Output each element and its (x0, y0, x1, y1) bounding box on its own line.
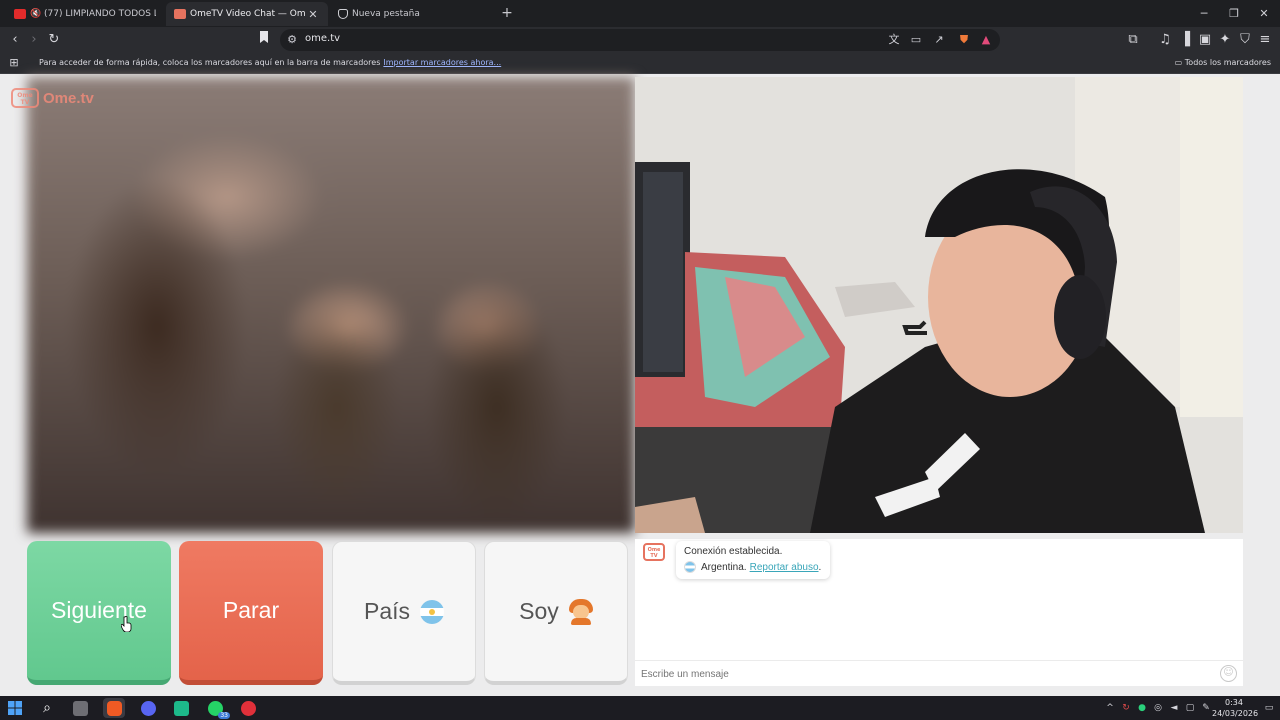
tab-title: (77) LIMPIANDO TODOS LOS BA (44, 9, 156, 19)
system-message-bubble: Conexión establecida. Argentina. Reporta… (676, 541, 830, 579)
brave-shield-icon (338, 9, 348, 19)
network-icon[interactable]: ▢ (1183, 701, 1197, 715)
next-button[interactable]: Siguiente (27, 541, 171, 685)
translate-icon[interactable]: 文 (886, 32, 902, 48)
stop-label: Parar (222, 597, 280, 623)
close-tab-icon[interactable]: ✕ (306, 8, 320, 21)
vpn-icon[interactable]: ⛉ (1236, 31, 1254, 49)
argentina-flag-icon (684, 561, 696, 573)
pen-icon[interactable]: ✎ (1199, 701, 1213, 715)
logo-box: Ome TV (11, 88, 39, 108)
browser-tab-strip: 🔇 (77) LIMPIANDO TODOS LOS BA OmeTV Vide… (0, 0, 1280, 27)
mute-icon[interactable]: 🔇 (30, 9, 41, 19)
report-abuse-link[interactable]: Reportar abuso (750, 562, 819, 573)
bookmarks-bar: ⊞ Para acceder de forma rápida, coloca l… (0, 53, 1280, 74)
tab-youtube[interactable]: 🔇 (77) LIMPIANDO TODOS LOS BA (6, 2, 164, 26)
brave-shields-icon[interactable]: ⛊ (956, 32, 972, 48)
ometv-logo[interactable]: Ome TV Ome.tv (11, 87, 94, 109)
anydesk-taskbar-icon[interactable] (237, 698, 259, 718)
browser-toolbar: ‹ › ↻ ⚙ ome.tv 文 ▭ ↗ ⛊ ▲ ⧉ ♫ ▐ ▣ ✦ ⛉ ≡ (0, 27, 1280, 53)
folder-icon: ▭ (1174, 58, 1183, 67)
discord-taskbar-icon[interactable] (137, 698, 159, 718)
start-button[interactable] (4, 698, 26, 718)
site-settings-icon[interactable]: ⚙ (284, 32, 300, 48)
reload-icon[interactable]: ↻ (45, 31, 63, 49)
logo-text: Ome.tv (43, 89, 94, 107)
tab-new-tab[interactable]: Nueva pestaña (330, 2, 492, 26)
windows-taskbar: ⌕ 33 ^ ↻ ● ◎ ◄ ▢ ✎ 0:34 24/03/2026 ▭ (0, 696, 1280, 720)
gender-label: Soy (519, 598, 559, 624)
stranger-video (27, 77, 635, 533)
steam-icon[interactable]: ◎ (1151, 701, 1165, 715)
tab-title: OmeTV Video Chat — Omeg (190, 9, 306, 19)
stop-button[interactable]: Parar (179, 541, 323, 685)
notifications-icon[interactable]: ▭ (1262, 701, 1276, 715)
chat-input-bar: ☺ (635, 660, 1243, 686)
ometv-chat-logo-icon: Ome TV (643, 543, 665, 561)
argentina-flag-icon (420, 599, 445, 624)
import-bookmarks-link[interactable]: Importar marcadores ahora... (383, 58, 501, 67)
bookmark-icon[interactable] (255, 31, 273, 49)
leo-ai-icon[interactable]: ✦ (1216, 31, 1234, 49)
chat-controls: Siguiente Parar País Soy (27, 541, 628, 689)
stranger-country: Argentina. (701, 561, 747, 573)
sidebar-icon[interactable]: ▐ (1176, 31, 1194, 49)
youtube-icon (14, 9, 26, 19)
forward-icon[interactable]: › (25, 31, 43, 49)
url-text[interactable]: ome.tv (305, 33, 340, 44)
clock[interactable]: 0:34 24/03/2026 (1212, 697, 1259, 719)
minimize-button[interactable]: ─ (1188, 0, 1220, 27)
bookmarks-hint: Para acceder de forma rápida, coloca los… (39, 58, 501, 67)
restore-button[interactable]: ❐ (1218, 0, 1250, 27)
self-camera-feed (635, 77, 1243, 533)
tab-ometv[interactable]: OmeTV Video Chat — Omeg ✕ (166, 2, 328, 26)
apps-grid-icon[interactable]: ⊞ (5, 54, 23, 72)
all-bookmarks-label: Todos los marcadores (1184, 58, 1271, 67)
hand-cursor-icon (121, 616, 132, 632)
wallet-icon[interactable]: ▣ (1196, 31, 1214, 49)
app-taskbar-icon[interactable] (170, 698, 192, 718)
ometv-favicon-icon (174, 9, 186, 19)
back-icon[interactable]: ‹ (6, 31, 24, 49)
brave-rewards-icon[interactable]: ▲ (978, 32, 994, 48)
all-bookmarks-button[interactable]: ▭ Todos los marcadores (1175, 58, 1271, 67)
chat-panel: Ome TV Conexión establecida. Argentina. … (635, 539, 1243, 660)
gender-button[interactable]: Soy (484, 541, 628, 685)
status-dot-icon[interactable]: ● (1135, 701, 1149, 715)
clock-date: 24/03/2026 (1212, 709, 1259, 718)
brave-taskbar-icon[interactable] (103, 698, 125, 718)
boy-avatar-icon (568, 598, 593, 625)
emoji-icon[interactable]: ☺ (1220, 665, 1237, 682)
report-suffix: . (818, 561, 822, 573)
screenshot-icon[interactable]: ⧉ (1124, 31, 1142, 49)
clock-time: 0:34 (1225, 698, 1243, 707)
whatsapp-taskbar-icon[interactable]: 33 (204, 698, 230, 719)
sync-icon[interactable]: ↻ (1119, 701, 1133, 715)
share-icon[interactable]: ↗ (931, 32, 947, 48)
address-bar[interactable]: ⚙ ome.tv 文 ▭ ↗ ⛊ ▲ (280, 29, 1000, 51)
tray-overflow-icon[interactable]: ^ (1103, 701, 1117, 715)
cast-icon[interactable]: ▭ (908, 32, 924, 48)
whatsapp-badge: 33 (218, 712, 230, 719)
bookmarks-hint-text: Para acceder de forma rápida, coloca los… (39, 58, 381, 67)
menu-icon[interactable]: ≡ (1256, 31, 1274, 49)
search-icon[interactable]: ⌕ (36, 698, 58, 718)
new-tab-button[interactable]: + (498, 4, 516, 22)
country-filter-button[interactable]: País (332, 541, 476, 685)
close-window-button[interactable]: ✕ (1248, 0, 1280, 27)
self-camera-video (635, 77, 1243, 533)
connection-message: Conexión establecida. (684, 546, 783, 557)
message-input[interactable] (641, 665, 1201, 683)
media-icon[interactable]: ♫ (1156, 31, 1174, 49)
country-label: País (363, 598, 411, 624)
task-view-icon[interactable] (69, 698, 91, 718)
windows-logo-icon (8, 701, 22, 715)
tab-title: Nueva pestaña (352, 9, 420, 19)
volume-icon[interactable]: ◄ (1167, 701, 1181, 715)
